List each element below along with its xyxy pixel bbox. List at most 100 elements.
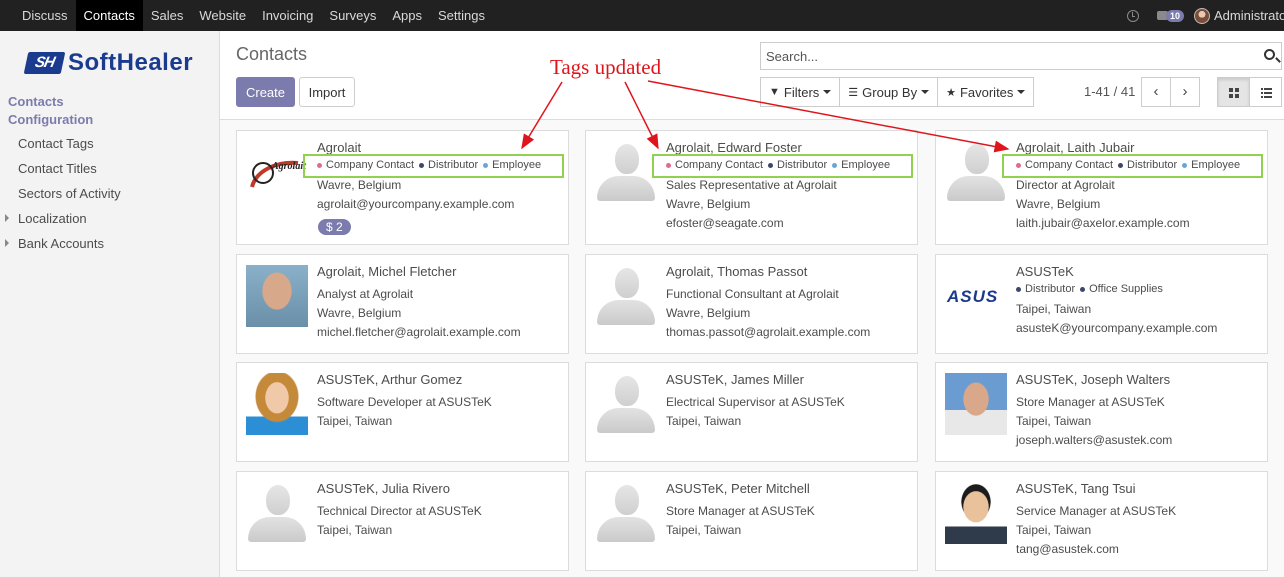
contact-card[interactable]: ASUSTeK, James Miller Electrical Supervis… xyxy=(585,362,918,462)
contact-name[interactable]: ASUSTeK, James Miller xyxy=(666,372,804,387)
menu-item-invoicing[interactable]: Invoicing xyxy=(254,0,321,31)
menu-item-surveys[interactable]: Surveys xyxy=(321,0,384,31)
contact-detail-line: Store Manager at ASUSTeK xyxy=(666,504,815,518)
search-input[interactable] xyxy=(761,43,1241,69)
avatar-placeholder-icon xyxy=(595,265,657,327)
contact-photo xyxy=(945,482,1007,544)
tag-highlight-box xyxy=(303,154,564,178)
contact-name[interactable]: Agrolait, Thomas Passot xyxy=(666,264,807,279)
contact-card[interactable]: Agrolait, Laith Jubair Company Contact Dis… xyxy=(935,130,1268,245)
contact-detail-line: Sales Representative at Agrolait xyxy=(666,178,837,192)
contact-detail-line: Wavre, Belgium xyxy=(317,306,402,320)
contact-card[interactable]: Agrolait Agrolait Company Contact Distribut… xyxy=(236,130,569,245)
filter-icon: ▼ xyxy=(769,86,780,98)
sidebar-item-label: Contact Tags xyxy=(18,136,94,151)
logo-mark: SH xyxy=(23,52,66,74)
sidebar-item-label: Localization xyxy=(18,211,87,226)
contact-name[interactable]: ASUSTeK, Peter Mitchell xyxy=(666,481,810,496)
menu-item-discuss[interactable]: Discuss xyxy=(14,0,76,31)
contact-card[interactable]: ASUS ASUSTeK Distributor Office Supplies Tai… xyxy=(935,254,1268,354)
contact-name[interactable]: ASUSTeK, Arthur Gomez xyxy=(317,372,462,387)
group-by-dropdown[interactable]: ☰ Group By xyxy=(839,77,939,107)
contact-detail-line: asusteK@yourcompany.example.com xyxy=(1016,321,1218,335)
sidebar-item-bank-accounts[interactable]: Bank Accounts xyxy=(5,236,104,251)
contact-detail-line: Taipei, Taiwan xyxy=(666,523,742,537)
kanban-view-button[interactable] xyxy=(1217,77,1250,107)
sidebar-item-label: Bank Accounts xyxy=(18,236,104,251)
contact-detail-line: Wavre, Belgium xyxy=(666,197,751,211)
placeholder-head xyxy=(266,485,290,515)
activity-clock-icon[interactable] xyxy=(1126,9,1139,22)
sidebar-section-configuration[interactable]: Configuration xyxy=(8,112,93,127)
sidebar-item-label: Contact Titles xyxy=(18,161,97,176)
agrolait-logo: Agrolait xyxy=(246,141,308,203)
user-avatar[interactable] xyxy=(1194,7,1210,24)
contact-detail-line: Electrical Supervisor at ASUSTeK xyxy=(666,395,845,409)
filters-dropdown[interactable]: ▼ Filters xyxy=(760,77,841,107)
contact-photo xyxy=(246,265,308,327)
contact-name[interactable]: ASUSTeK, Tang Tsui xyxy=(1016,481,1135,496)
tag-highlight-box xyxy=(1002,154,1263,178)
contact-detail-line: Taipei, Taiwan xyxy=(317,414,393,428)
pager-previous-button[interactable]: ‹ xyxy=(1141,77,1171,107)
contact-card[interactable]: ASUSTeK, Julia Rivero Technical Director … xyxy=(236,471,569,571)
top-navbar: Discuss Contacts Sales Website Invoicing Surv… xyxy=(0,0,1284,31)
import-button[interactable]: Import xyxy=(299,77,355,107)
menu-item-website[interactable]: Website xyxy=(191,0,254,31)
list-view-button[interactable] xyxy=(1249,77,1282,107)
sidebar-item-sectors-of-activity[interactable]: Sectors of Activity xyxy=(18,186,121,201)
contact-detail-line: Taipei, Taiwan xyxy=(1016,302,1092,316)
contact-card[interactable]: Agrolait, Michel Fletcher Analyst at Agro… xyxy=(236,254,569,354)
contact-name[interactable]: ASUSTeK xyxy=(1016,264,1074,279)
contact-photo xyxy=(246,373,308,435)
menu-item-sales[interactable]: Sales xyxy=(143,0,192,31)
messaging-menu[interactable]: 10 xyxy=(1156,9,1184,22)
contact-name[interactable]: ASUSTeK, Joseph Walters xyxy=(1016,372,1170,387)
contact-photo xyxy=(945,373,1007,435)
pager-next-button[interactable]: › xyxy=(1170,77,1200,107)
contact-card[interactable]: ASUSTeK, Arthur Gomez Software Developer … xyxy=(236,362,569,462)
contact-name[interactable]: ASUSTeK, Julia Rivero xyxy=(317,481,450,496)
contact-detail-line: thomas.passot@agrolait.example.com xyxy=(666,325,871,339)
sidebar-item-contact-tags[interactable]: Contact Tags xyxy=(18,136,94,151)
menu-item-contacts[interactable]: Contacts xyxy=(75,0,143,31)
placeholder-head xyxy=(965,144,989,174)
favorites-label: Favorites xyxy=(959,84,1014,100)
sidebar-section-contacts[interactable]: Contacts xyxy=(8,94,64,109)
contact-detail-line: Wavre, Belgium xyxy=(666,306,751,320)
filters-label: Filters xyxy=(783,84,820,100)
contact-detail-line: Director at Agrolait xyxy=(1016,178,1115,192)
contact-card[interactable]: ASUSTeK, Joseph Walters Store Manager at … xyxy=(935,362,1268,462)
menu-item-settings[interactable]: Settings xyxy=(430,0,493,31)
sidebar-item-localization[interactable]: Localization xyxy=(5,211,87,226)
pager-value[interactable]: 1-41 / 41 xyxy=(1084,84,1135,99)
contact-name[interactable]: Agrolait xyxy=(317,140,361,155)
sidebar-item-contact-titles[interactable]: Contact Titles xyxy=(18,161,97,176)
contact-detail-line: Technical Director at ASUSTeK xyxy=(317,504,482,518)
tag-list: Distributor Office Supplies xyxy=(1016,283,1168,295)
app-menu: Discuss Contacts Sales Website Invoicing Surv… xyxy=(0,0,493,31)
contact-name[interactable]: Agrolait, Michel Fletcher xyxy=(317,264,456,279)
search-icon[interactable] xyxy=(1264,49,1275,60)
menu-item-apps[interactable]: Apps xyxy=(384,0,430,31)
contact-name[interactable]: Agrolait, Laith Jubair xyxy=(1016,140,1135,155)
placeholder-head xyxy=(615,485,639,515)
asus-logo: ASUS xyxy=(945,265,1007,327)
create-button[interactable]: Create xyxy=(236,77,295,107)
agrolait-logo-text: Agrolait xyxy=(272,161,306,172)
contact-name[interactable]: Agrolait, Edward Foster xyxy=(666,140,802,155)
control-panel: Contacts Create Import ▼ Filters ☰ Group… xyxy=(220,31,1284,120)
user-menu-name[interactable]: Administrator xyxy=(1214,8,1284,23)
contact-card[interactable]: ASUSTeK, Tang Tsui Service Manager at ASU… xyxy=(935,471,1268,571)
contact-card[interactable]: Agrolait, Thomas Passot Functional Consul… xyxy=(585,254,918,354)
sidebar: SH SoftHealer Contacts Configuration Con… xyxy=(0,31,220,577)
search-bar[interactable] xyxy=(760,42,1282,70)
contact-card[interactable]: ASUSTeK, Peter Mitchell Store Manager at … xyxy=(585,471,918,571)
contact-card[interactable]: Agrolait, Edward Foster Company Contact Di… xyxy=(585,130,918,245)
tag-highlight-box xyxy=(652,154,913,178)
favorites-dropdown[interactable]: ★ Favorites xyxy=(937,77,1035,107)
tag-label: Distributor xyxy=(1025,283,1076,295)
sales-count-badge[interactable]: $ 2 xyxy=(318,219,351,235)
tag: Distributor xyxy=(1016,283,1075,295)
grid-icon xyxy=(1229,88,1239,98)
